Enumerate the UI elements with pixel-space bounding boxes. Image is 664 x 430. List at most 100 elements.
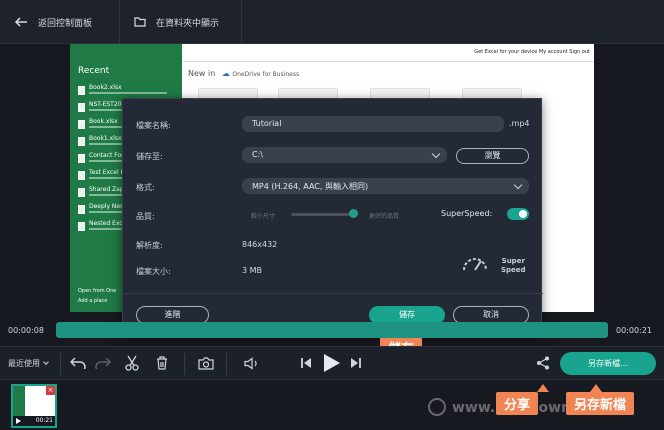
quality-large-label: 更好的品質	[369, 213, 400, 220]
callout-arrow	[537, 384, 549, 392]
show-in-folder-label: 在資料夾中顯示	[156, 18, 220, 29]
timeline-end-time: 00:00:21	[616, 326, 652, 335]
recent-use-dropdown[interactable]: 最近使用	[8, 358, 49, 369]
header-links: Get Excel for your device My account Sig…	[474, 49, 590, 55]
scissors-icon	[125, 355, 139, 371]
play-icon	[16, 418, 21, 424]
cloud-icon: ☁	[221, 69, 230, 78]
excel-header: Get Excel for your device My account Sig…	[182, 44, 594, 62]
excel-file-icon	[78, 154, 85, 163]
chevron-down-icon	[43, 359, 49, 365]
dialog-divider	[123, 293, 543, 294]
excel-file-icon	[78, 222, 85, 231]
filesize-value: 3 MB	[242, 266, 263, 275]
timeline-track[interactable]	[56, 322, 608, 338]
cut-button[interactable]	[122, 353, 142, 373]
trash-icon	[157, 356, 167, 370]
save-as-button[interactable]: 另存新檔...	[560, 352, 656, 375]
file-extension: .mp4	[509, 119, 530, 128]
sidebar-footer: Open from One Add a place	[78, 286, 116, 306]
excel-file-icon	[78, 120, 85, 129]
show-in-folder-button[interactable]: 在資料夾中顯示	[120, 0, 242, 44]
folder-icon	[134, 17, 146, 27]
camera-icon	[198, 356, 214, 370]
resolution-value: 846x432	[242, 240, 278, 249]
chevron-down-icon	[513, 180, 523, 190]
quality-small-label: 較小尺寸	[251, 213, 276, 220]
excel-file-icon	[78, 171, 85, 180]
timeline-start-time: 00:00:08	[8, 326, 44, 335]
skip-forward-icon	[351, 358, 361, 368]
recent-title: Recent	[78, 66, 110, 76]
back-to-dashboard-label: 返回控制面板	[38, 18, 93, 29]
excel-file-icon	[78, 188, 85, 197]
quality-slider-track[interactable]	[291, 213, 355, 216]
delete-button[interactable]	[152, 353, 172, 373]
arrow-left-icon	[14, 17, 27, 27]
snapshot-button[interactable]	[196, 353, 216, 373]
toolbar-divider	[226, 353, 227, 375]
filename-label: 檔案名稱:	[136, 121, 171, 130]
clip-preview	[13, 386, 25, 420]
back-to-dashboard-button[interactable]: 返回控制面板	[0, 0, 120, 44]
clip-thumbnail[interactable]: 00:21 ×	[11, 384, 57, 428]
file-name: Book2.xlsx	[89, 84, 122, 91]
new-in-label: New in	[188, 69, 216, 78]
excel-file-icon	[78, 137, 85, 146]
excel-file-icon	[78, 103, 85, 112]
watermark-logo	[428, 398, 446, 416]
redo-button[interactable]	[93, 353, 113, 373]
quality-slider-handle[interactable]	[349, 209, 358, 218]
superspeed-badge-line2: Speed	[501, 266, 526, 274]
play-icon	[324, 354, 340, 372]
format-value: MP4 (H.264, AAC, 與輸入相同)	[252, 182, 369, 191]
clip-duration: 00:21	[35, 417, 53, 424]
previous-button[interactable]	[296, 353, 316, 373]
speaker-icon	[244, 356, 257, 370]
superspeed-toggle[interactable]	[507, 208, 529, 220]
new-in-heading: New in ☁ OneDrive for Business	[188, 69, 299, 78]
add-a-place-label: Add a place	[78, 298, 108, 304]
saveto-value: C:\	[252, 150, 263, 159]
toolbar-divider	[184, 353, 185, 375]
file-name: NST-EST201	[89, 101, 126, 108]
saveto-select[interactable]: C:\	[242, 147, 447, 163]
superspeed-label: SuperSpeed:	[441, 209, 493, 218]
export-dialog: 檔案名稱: Tutorial .mp4 儲存至: C:\ 瀏覽 格式: MP4 …	[122, 98, 543, 336]
save-as-callout: 另存新檔	[566, 392, 635, 415]
filesize-label: 檔案大小:	[136, 267, 171, 276]
close-icon[interactable]: ×	[46, 386, 55, 395]
share-callout: 分享	[496, 392, 539, 415]
toolbar-divider	[60, 353, 61, 375]
file-name: Book1.xlsx	[89, 135, 122, 142]
superspeed-badge-line1: Super	[501, 257, 525, 265]
filename-input[interactable]: Tutorial	[242, 116, 504, 132]
onedrive-label: OneDrive for Business	[232, 71, 300, 78]
superspeed-badge: Super Speed	[501, 257, 526, 275]
format-select[interactable]: MP4 (H.264, AAC, 與輸入相同)	[242, 178, 529, 194]
top-bar: 返回控制面板 在資料夾中顯示	[0, 0, 664, 44]
format-label: 格式:	[136, 183, 155, 192]
open-from-onedrive-label: Open from One	[78, 288, 117, 294]
excel-file-icon	[78, 205, 85, 214]
undo-button[interactable]	[68, 353, 88, 373]
volume-button[interactable]	[242, 353, 262, 373]
skip-back-icon	[301, 358, 311, 368]
callout-arrow	[590, 384, 602, 392]
share-button[interactable]	[533, 353, 553, 373]
chevron-down-icon	[431, 149, 441, 159]
timeline: 00:00:08 00:00:21	[0, 318, 664, 344]
recent-use-label: 最近使用	[8, 359, 40, 368]
undo-icon	[70, 357, 86, 369]
play-button[interactable]	[320, 353, 344, 373]
file-name: Book.xlsx	[89, 118, 118, 125]
share-icon	[537, 356, 549, 370]
browse-button[interactable]: 瀏覽	[456, 148, 529, 164]
next-button[interactable]	[346, 353, 366, 373]
saveto-label: 儲存至:	[136, 152, 163, 161]
resolution-label: 解析度:	[136, 241, 163, 250]
redo-icon	[95, 357, 111, 369]
editor-toolbar: 最近使用 另存新檔...	[0, 346, 664, 380]
speedometer-icon	[463, 258, 487, 271]
excel-file-icon	[78, 86, 85, 95]
